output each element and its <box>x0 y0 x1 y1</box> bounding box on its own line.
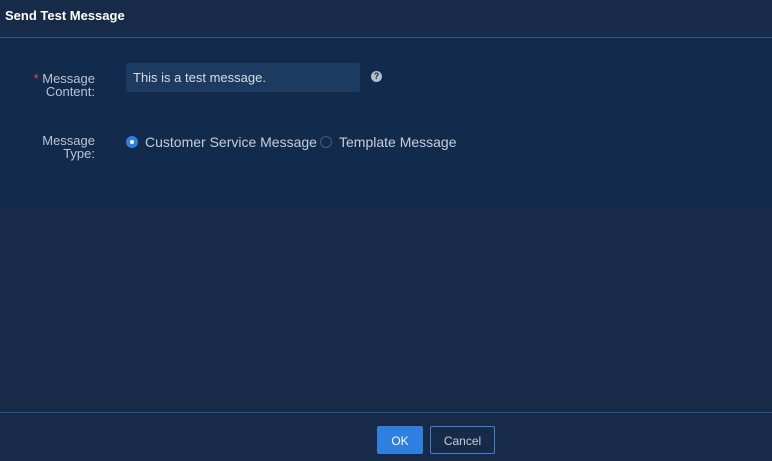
radio-customer-service-label: Customer Service Message <box>145 134 317 150</box>
radio-template-message[interactable]: Template Message <box>320 133 457 151</box>
dialog-header: Send Test Message <box>0 0 772 38</box>
form-area: * Message Content: ? Message Type: Custo… <box>0 38 772 206</box>
radio-checked-icon[interactable] <box>126 136 138 148</box>
message-content-label-line2: Content: <box>45 84 95 99</box>
radio-customer-service-message[interactable]: Customer Service Message <box>126 133 317 151</box>
required-asterisk: * <box>33 71 39 86</box>
dialog-title: Send Test Message <box>5 8 125 23</box>
ok-button[interactable]: OK <box>377 426 423 454</box>
radio-unchecked-icon[interactable] <box>320 136 332 148</box>
message-content-input[interactable] <box>126 63 360 92</box>
message-type-label: Message Type: <box>0 134 95 160</box>
dialog-footer: OK Cancel <box>0 412 772 461</box>
message-content-label: * Message Content: <box>0 72 95 98</box>
send-test-message-dialog: Send Test Message * Message Content: ? M… <box>0 0 772 461</box>
question-circle-icon[interactable]: ? <box>371 71 382 82</box>
radio-template-label: Template Message <box>339 134 457 150</box>
message-type-label-line2: Type: <box>63 146 95 161</box>
cancel-button[interactable]: Cancel <box>430 426 495 454</box>
